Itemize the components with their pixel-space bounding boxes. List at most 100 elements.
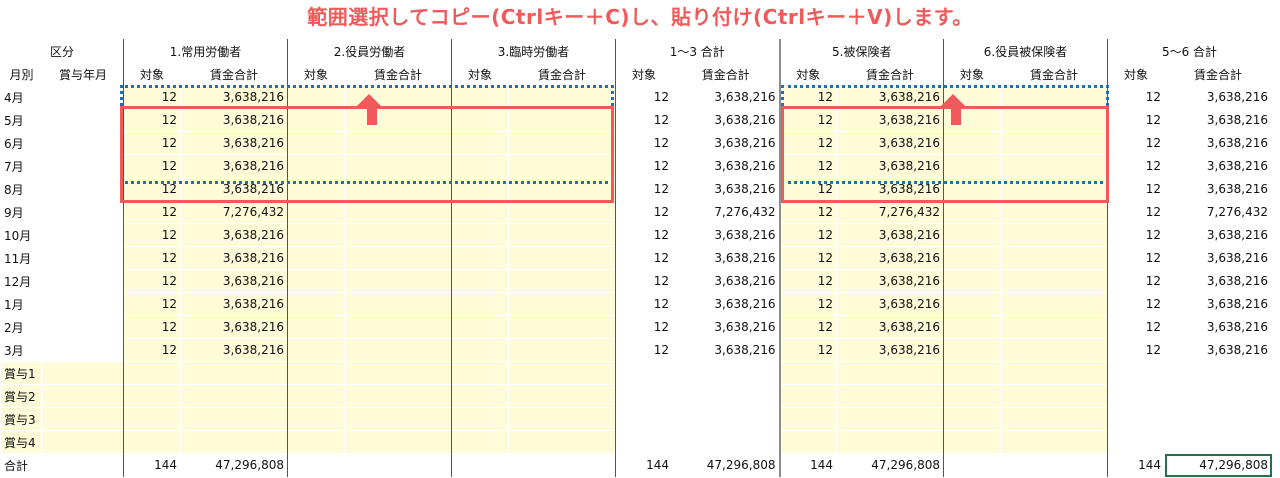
- bonus-value-cell[interactable]: [1107, 384, 1165, 408]
- row-label-cell[interactable]: 10月: [1, 224, 43, 247]
- bonus-value-cell[interactable]: [672, 384, 781, 408]
- officer-insured-wage-cell[interactable]: [1000, 85, 1108, 109]
- officer-count-cell[interactable]: [287, 315, 345, 339]
- insured-wage-cell[interactable]: 3,638,216: [836, 292, 944, 316]
- regular-wage-cell[interactable]: 3,638,216: [180, 269, 288, 293]
- bonus-value-cell[interactable]: [779, 430, 837, 454]
- total56-count-cell[interactable]: 144: [1107, 453, 1165, 477]
- officer-insured-wage-cell[interactable]: [1000, 453, 1108, 477]
- officer-insured-wage-cell[interactable]: [1000, 292, 1108, 316]
- officer-insured-count-cell[interactable]: [943, 131, 1001, 155]
- officer-wage-cell[interactable]: [344, 131, 452, 155]
- officer-insured-count-cell[interactable]: [943, 177, 1001, 201]
- temporary-count-cell[interactable]: [451, 453, 509, 477]
- insured-count-cell[interactable]: 12: [779, 223, 837, 247]
- temporary-wage-cell[interactable]: [508, 315, 616, 339]
- temporary-count-cell[interactable]: [451, 315, 509, 339]
- total56-wage-cell[interactable]: 7,276,432: [1165, 201, 1272, 224]
- officer-count-cell[interactable]: [287, 131, 345, 155]
- regular-count-cell[interactable]: 12: [123, 246, 181, 270]
- bonus-value-cell[interactable]: [1107, 407, 1165, 431]
- officer-count-cell[interactable]: [287, 269, 345, 293]
- bonus-value-cell[interactable]: [344, 384, 452, 408]
- regular-count-cell[interactable]: 12: [123, 315, 181, 339]
- bonus-value-cell[interactable]: [943, 384, 1001, 408]
- bonus-month-cell[interactable]: [42, 384, 124, 408]
- temporary-wage-cell[interactable]: [508, 154, 616, 178]
- bonus-value-cell[interactable]: [180, 430, 288, 454]
- bonus-value-cell[interactable]: [123, 430, 181, 454]
- bonus-month-cell[interactable]: [42, 131, 124, 155]
- total56-count-cell[interactable]: 12: [1107, 315, 1165, 339]
- officer-insured-count-cell[interactable]: [943, 200, 1001, 224]
- bonus-month-cell[interactable]: [42, 246, 124, 270]
- temporary-wage-cell[interactable]: [508, 246, 616, 270]
- total56-count-cell[interactable]: 12: [1107, 338, 1165, 362]
- temporary-wage-cell[interactable]: [508, 269, 616, 293]
- bonus-value-cell[interactable]: [615, 430, 673, 454]
- insured-count-cell[interactable]: 12: [779, 177, 837, 201]
- officer-insured-count-cell[interactable]: [943, 315, 1001, 339]
- regular-wage-cell[interactable]: 3,638,216: [180, 338, 288, 362]
- regular-wage-cell[interactable]: 3,638,216: [180, 131, 288, 155]
- row-label-cell[interactable]: 合計: [0, 453, 43, 477]
- officer-wage-cell[interactable]: [344, 453, 452, 477]
- total13-wage-cell[interactable]: 3,638,216: [672, 292, 781, 316]
- officer-count-cell[interactable]: [287, 453, 345, 477]
- officer-count-cell[interactable]: [287, 200, 345, 224]
- total56-count-cell[interactable]: 12: [1107, 246, 1165, 270]
- insured-count-cell[interactable]: 12: [779, 200, 837, 224]
- bonus-value-cell[interactable]: [287, 430, 345, 454]
- insured-count-cell[interactable]: 12: [779, 246, 837, 270]
- insured-count-cell[interactable]: 144: [779, 453, 837, 477]
- temporary-count-cell[interactable]: [451, 223, 509, 247]
- row-label-cell[interactable]: 2月: [1, 316, 43, 339]
- bonus-value-cell[interactable]: [344, 407, 452, 431]
- temporary-count-cell[interactable]: [451, 154, 509, 178]
- officer-insured-wage-cell[interactable]: [1000, 315, 1108, 339]
- bonus-month-cell[interactable]: [42, 269, 124, 293]
- temporary-count-cell[interactable]: [451, 108, 509, 132]
- total13-wage-cell[interactable]: 3,638,216: [672, 177, 781, 201]
- insured-count-cell[interactable]: 12: [779, 108, 837, 132]
- bonus-value-cell[interactable]: [344, 430, 452, 454]
- row-label-cell[interactable]: 11月: [1, 247, 43, 270]
- total13-count-cell[interactable]: 12: [615, 177, 673, 201]
- bonus-value-cell[interactable]: [451, 430, 509, 454]
- bonus-value-cell[interactable]: [123, 407, 181, 431]
- officer-insured-count-cell[interactable]: [943, 269, 1001, 293]
- officer-wage-cell[interactable]: [344, 85, 452, 109]
- officer-insured-wage-cell[interactable]: [1000, 223, 1108, 247]
- regular-wage-cell[interactable]: 3,638,216: [180, 177, 288, 201]
- officer-count-cell[interactable]: [287, 223, 345, 247]
- officer-wage-cell[interactable]: [344, 108, 452, 132]
- bonus-value-cell[interactable]: [1107, 430, 1165, 454]
- bonus-label-cell[interactable]: 賞与3: [0, 407, 43, 431]
- total56-count-cell[interactable]: 12: [1107, 85, 1165, 109]
- bonus-value-cell[interactable]: [672, 430, 781, 454]
- officer-count-cell[interactable]: [287, 177, 345, 201]
- officer-insured-wage-cell[interactable]: [1000, 108, 1108, 132]
- total56-wage-cell[interactable]: 3,638,216: [1165, 316, 1272, 339]
- regular-wage-cell[interactable]: 47,296,808: [180, 453, 288, 477]
- insured-wage-cell[interactable]: 3,638,216: [836, 246, 944, 270]
- total13-count-cell[interactable]: 12: [615, 223, 673, 247]
- regular-count-cell[interactable]: 12: [123, 108, 181, 132]
- bonus-value-cell[interactable]: [508, 384, 616, 408]
- officer-count-cell[interactable]: [287, 108, 345, 132]
- row-label-cell[interactable]: 9月: [1, 201, 43, 224]
- officer-wage-cell[interactable]: [344, 154, 452, 178]
- officer-insured-wage-cell[interactable]: [1000, 200, 1108, 224]
- total13-count-cell[interactable]: 12: [615, 292, 673, 316]
- bonus-month-cell[interactable]: [42, 200, 124, 224]
- total13-wage-cell[interactable]: 3,638,216: [672, 85, 781, 109]
- temporary-wage-cell[interactable]: [508, 131, 616, 155]
- officer-wage-cell[interactable]: [344, 269, 452, 293]
- regular-count-cell[interactable]: 12: [123, 200, 181, 224]
- total56-wage-cell[interactable]: 3,638,216: [1165, 270, 1272, 293]
- total13-wage-cell[interactable]: 3,638,216: [672, 154, 781, 178]
- regular-count-cell[interactable]: 12: [123, 269, 181, 293]
- insured-count-cell[interactable]: 12: [779, 154, 837, 178]
- bonus-value-cell[interactable]: [123, 384, 181, 408]
- temporary-count-cell[interactable]: [451, 177, 509, 201]
